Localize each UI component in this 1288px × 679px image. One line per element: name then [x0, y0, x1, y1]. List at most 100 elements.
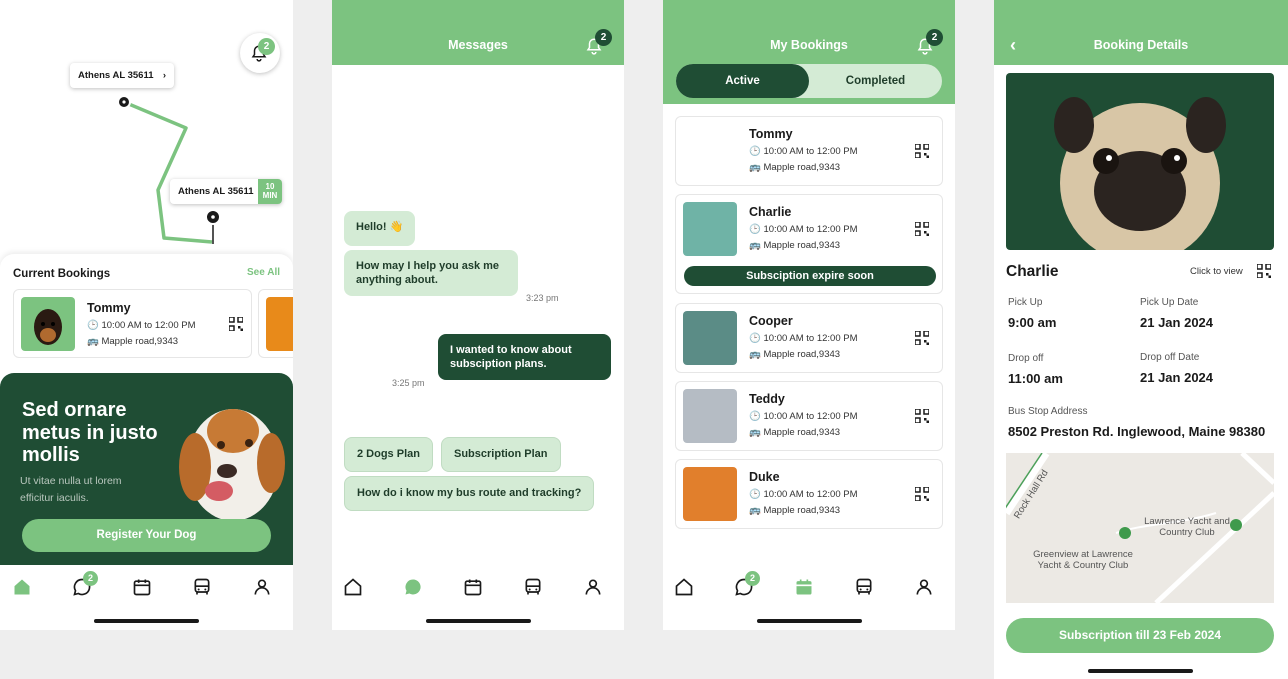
calendar-icon[interactable]: [132, 577, 152, 597]
page-title: Messages: [448, 38, 508, 52]
calendar-icon[interactable]: [794, 577, 814, 597]
qr-code-icon[interactable]: [229, 317, 243, 331]
clock-icon: 🕒: [749, 224, 761, 235]
message-bubble-incoming: How may I help you ask me anything about…: [344, 250, 518, 296]
home-indicator: [426, 619, 531, 623]
see-all-link[interactable]: See All: [247, 267, 280, 278]
dog-photo: [683, 467, 737, 521]
booking-address: 🚌 Mapple road,9343: [749, 240, 841, 251]
messages-badge: 2: [745, 571, 760, 586]
booking-details-screen: ‹ Booking Details Charlie Click to view …: [994, 0, 1288, 679]
bus-icon: 🚌: [749, 162, 761, 173]
booking-address: 🚌 Mapple road,9343: [749, 505, 841, 516]
booking-address: 🚌 Mapple road,9343: [749, 349, 841, 360]
booking-time: 🕒 10:00 AM to 12:00 PM: [749, 489, 858, 500]
pet-name: Tommy: [87, 301, 131, 315]
chevron-right-icon: ›: [162, 70, 166, 81]
dropoff-date-label: Drop off Date: [1140, 352, 1200, 363]
notification-button[interactable]: 2: [585, 29, 612, 59]
home-indicator: [1088, 669, 1193, 673]
home-screen: Athens AL 35611 › Athens AL 35611 10 MIN…: [0, 0, 293, 630]
dog-photo: [683, 389, 737, 443]
calendar-icon[interactable]: [463, 577, 483, 597]
expiry-notice: Subsciption expire soon: [684, 266, 936, 286]
notification-button[interactable]: 2: [916, 29, 943, 59]
qr-code-icon[interactable]: [915, 222, 929, 236]
booking-address: 🚌 Mapple road,9343: [749, 162, 841, 173]
dropoff-date: 21 Jan 2024: [1140, 370, 1214, 385]
chat-icon[interactable]: [403, 577, 423, 597]
click-to-view[interactable]: Click to view: [1190, 266, 1243, 277]
header: ‹ Booking Details: [994, 0, 1288, 65]
notification-badge: 2: [926, 29, 943, 46]
dog-photo: [683, 202, 737, 256]
map-place-label: Lawrence Yacht and Country Club: [1144, 516, 1230, 538]
clock-icon: 🕒: [87, 320, 99, 331]
bus-icon: 🚌: [749, 427, 761, 438]
bookings-screen: My Bookings 2 Active Completed Tommy 🕒 10…: [663, 0, 955, 630]
tab-bar: [332, 565, 624, 609]
map-place-label: Greenview at Lawrence Yacht & Country Cl…: [1033, 549, 1133, 571]
pet-name: Charlie: [1006, 263, 1059, 280]
dog-photo: [683, 311, 737, 365]
profile-icon[interactable]: [252, 577, 272, 597]
booking-time: 🕒 10:00 AM to 12:00 PM: [749, 224, 858, 235]
chat-tab[interactable]: 2: [72, 571, 98, 597]
location-map[interactable]: Rock Hall Rd Lawrence Yacht and Country …: [1006, 453, 1274, 603]
register-dog-button[interactable]: Register Your Dog: [22, 519, 271, 552]
booking-address: 🚌 Mapple road,9343: [749, 427, 841, 438]
pickup-date-label: Pick Up Date: [1140, 297, 1199, 308]
booking-address: 🚌 Mapple road,9343: [87, 336, 179, 347]
dog-illustration: [179, 409, 285, 521]
suggestion-chip[interactable]: How do i know my bus route and tracking?: [344, 476, 595, 511]
qr-code-icon[interactable]: [915, 409, 929, 423]
tab-completed[interactable]: Completed: [809, 64, 942, 98]
promo-banner: Sed ornare metus in justo mollis Ut vita…: [0, 373, 293, 565]
map-pin-label-end[interactable]: Athens AL 35611 10 MIN: [170, 179, 282, 204]
booking-card[interactable]: Tommy 🕒 10:00 AM to 12:00 PM 🚌 Mapple road…: [675, 116, 943, 186]
bus-icon[interactable]: [854, 577, 874, 597]
qr-code-icon[interactable]: [915, 144, 929, 158]
bus-icon[interactable]: [192, 577, 212, 597]
clock-icon: 🕒: [749, 146, 761, 157]
message-bubble-outgoing: I wanted to know about subsciption plans…: [438, 334, 611, 380]
home-icon[interactable]: [674, 577, 694, 597]
notification-button[interactable]: 2: [240, 33, 280, 73]
home-indicator: [94, 619, 199, 623]
clock-icon: 🕒: [749, 489, 761, 500]
booking-card-next[interactable]: [258, 289, 293, 358]
pickup-date: 21 Jan 2024: [1140, 315, 1214, 330]
address-label: Bus Stop Address: [1008, 406, 1088, 417]
qr-code-icon[interactable]: [1257, 264, 1271, 278]
booking-card[interactable]: Tommy 🕒 10:00 AM to 12:00 PM 🚌 Mapple ro…: [13, 289, 252, 358]
profile-icon[interactable]: [583, 577, 603, 597]
pet-name: Charlie: [749, 205, 792, 219]
page-title: My Bookings: [770, 38, 848, 52]
suggestion-chip[interactable]: 2 Dogs Plan: [344, 437, 433, 472]
booking-card[interactable]: Teddy 🕒 10:00 AM to 12:00 PM 🚌 Mapple road…: [675, 381, 943, 451]
message-timestamp: 3:25 pm: [392, 378, 425, 388]
booking-card[interactable]: Duke 🕒 10:00 AM to 12:00 PM 🚌 Mapple road,…: [675, 459, 943, 529]
bus-icon: 🚌: [87, 336, 99, 347]
tab-bar: 2: [0, 565, 293, 609]
chat-tab[interactable]: 2: [734, 571, 760, 597]
promo-text: Ut vitae nulla ut lorem efficitur iaculi…: [20, 475, 122, 504]
bus-icon[interactable]: [523, 577, 543, 597]
booking-card[interactable]: Charlie 🕒 10:00 AM to 12:00 PM 🚌 Mapple ro…: [675, 194, 943, 294]
booking-time: 🕒 10:00 AM to 12:00 PM: [749, 411, 858, 422]
bus-icon: 🚌: [749, 240, 761, 251]
subscription-button[interactable]: Subscription till 23 Feb 2024: [1006, 618, 1274, 653]
profile-icon[interactable]: [914, 577, 934, 597]
tab-active[interactable]: Active: [676, 64, 809, 98]
header: My Bookings 2: [663, 0, 955, 65]
dropoff-label: Drop off: [1008, 353, 1044, 364]
qr-code-icon[interactable]: [915, 331, 929, 345]
qr-code-icon[interactable]: [915, 487, 929, 501]
suggestion-chip[interactable]: Subscription Plan: [441, 437, 561, 472]
pet-name: Tommy: [749, 127, 793, 141]
home-icon[interactable]: [343, 577, 363, 597]
current-bookings-title: Current Bookings: [13, 268, 111, 280]
home-icon[interactable]: [12, 577, 32, 597]
booking-card[interactable]: Cooper 🕒 10:00 AM to 12:00 PM 🚌 Mapple roa…: [675, 303, 943, 373]
map-pin-label-start[interactable]: Athens AL 35611 ›: [70, 63, 174, 88]
